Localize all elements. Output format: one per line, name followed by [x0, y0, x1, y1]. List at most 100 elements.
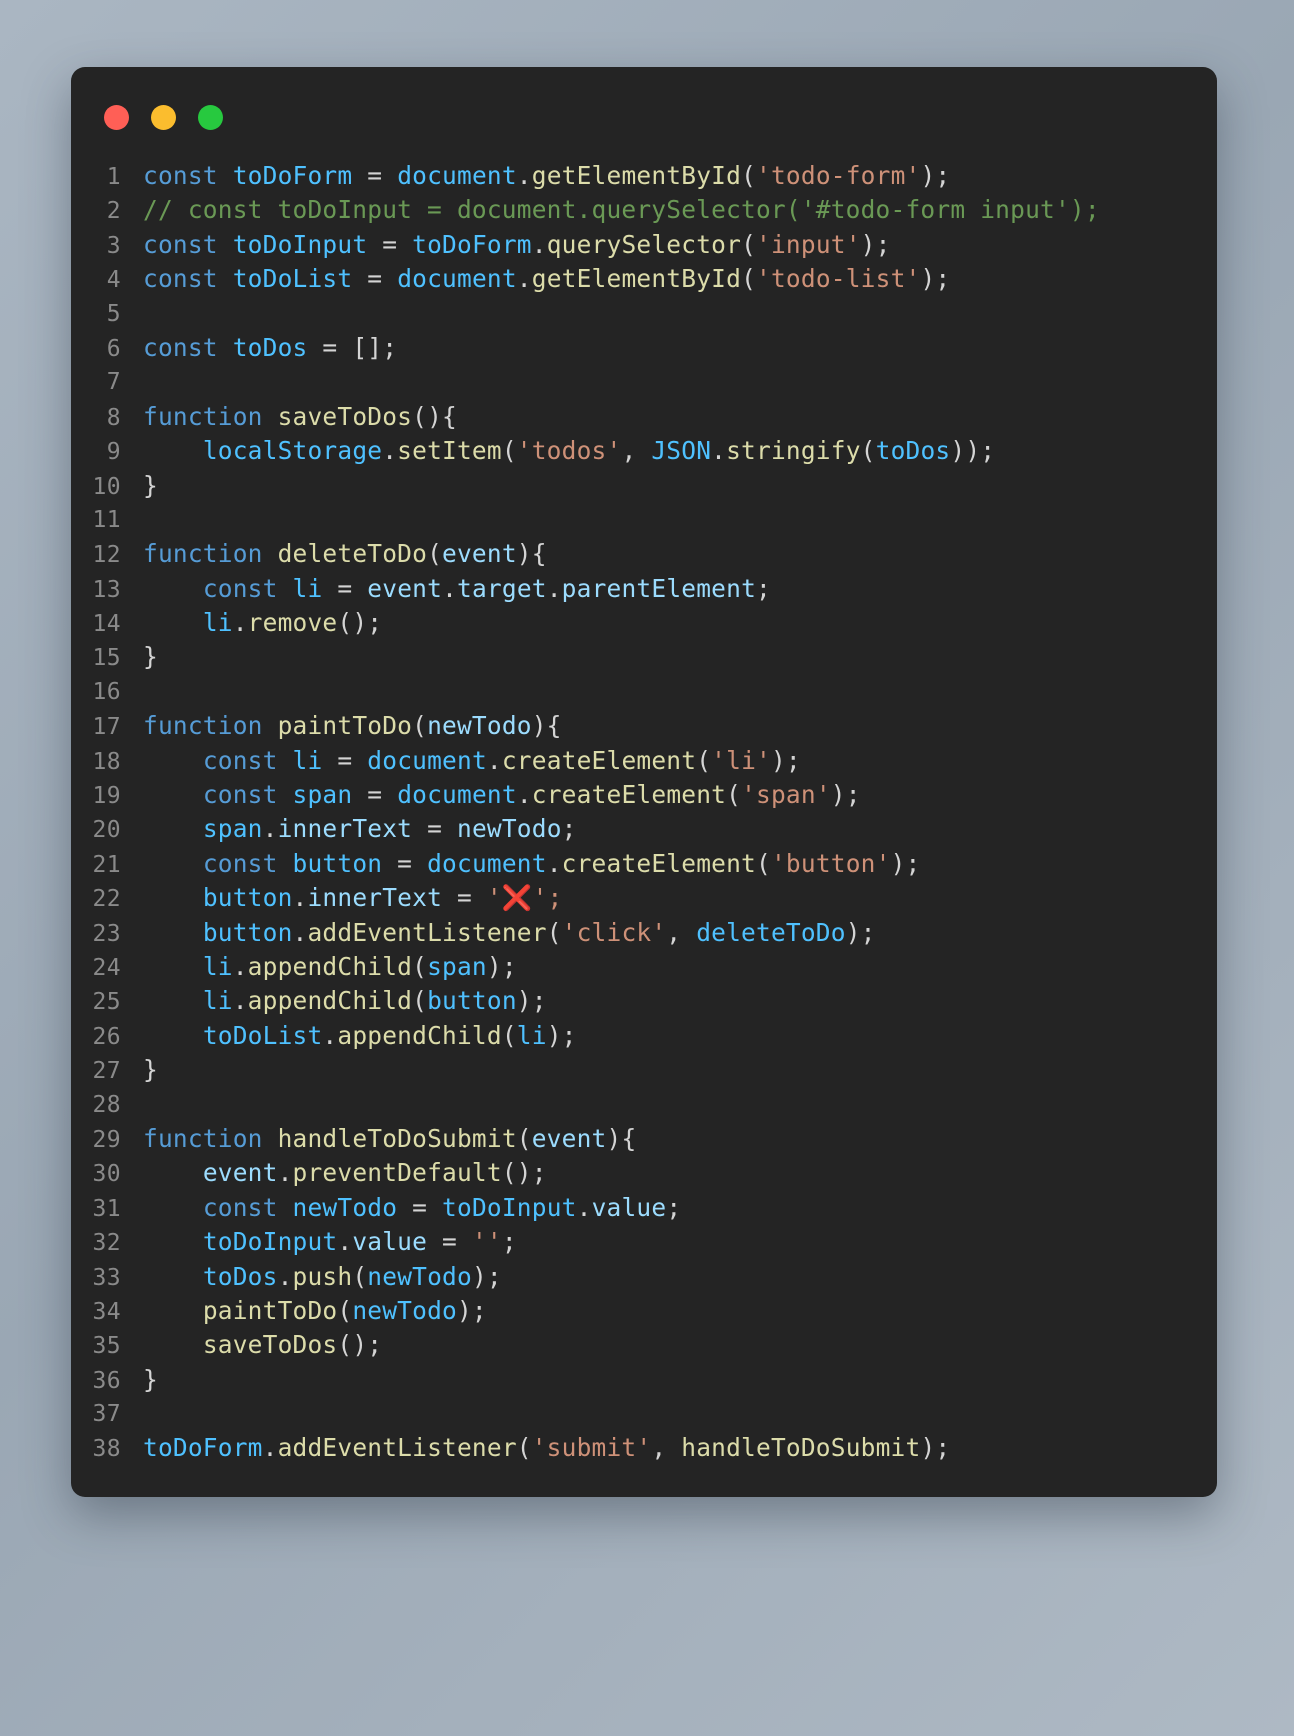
minimize-window-button[interactable]: [151, 105, 176, 130]
code-token-punc: (: [412, 951, 428, 981]
code-token-punc: }: [143, 1055, 158, 1085]
code-line: 19 const span = document.createElement('…: [71, 778, 1217, 812]
code-line: 3 const toDoInput = toDoForm.querySelecto…: [71, 228, 1217, 262]
code-token-fn: remove: [247, 608, 338, 638]
code-line: 18 const li = document.createElement('li…: [71, 744, 1217, 778]
code-token-str: 'click': [561, 917, 667, 947]
code-token-punc: .: [711, 436, 727, 466]
code-token-fn: preventDefault: [292, 1158, 502, 1188]
code-token-punc: );: [830, 780, 861, 810]
code-token-var: toDos: [202, 1261, 278, 1291]
code-token-var: newTodo: [367, 1261, 472, 1291]
line-number: 28: [92, 1091, 121, 1118]
code-token-kw: function: [143, 401, 263, 431]
code-token-punc: ){: [516, 539, 547, 569]
line-content: toDoInput.value = '';: [143, 1225, 1217, 1259]
code-line: 20 span.innerText = newTodo;: [71, 812, 1217, 846]
code-editor-area[interactable]: 1 const toDoForm = document.getElementByI…: [71, 145, 1217, 1466]
code-line: 13 const li = event.target.parentElement…: [71, 572, 1217, 606]
code-token-fn: setItem: [397, 436, 502, 466]
code-token-param: event: [531, 1123, 607, 1153]
line-number: 33: [92, 1264, 121, 1291]
code-line: 29 function handleToDoSubmit(event){: [71, 1122, 1217, 1156]
line-number: 24: [92, 954, 121, 981]
line-content: span.innerText = newTodo;: [143, 812, 1217, 846]
code-token-punc: .: [546, 848, 562, 878]
code-token-str: '': [471, 1227, 502, 1257]
line-number: 27: [92, 1058, 121, 1085]
code-line: 5: [71, 297, 1217, 331]
code-token-fn: getElementById: [531, 161, 742, 190]
code-token-punc: ();: [337, 1330, 383, 1360]
code-token-fn: paintToDo: [202, 1295, 338, 1325]
code-token-str: 'todos': [516, 436, 622, 466]
code-token-var: document: [397, 780, 517, 810]
code-token-kw: const: [202, 848, 278, 878]
code-token-punc: );: [486, 951, 517, 981]
code-token-punc: .: [232, 951, 248, 981]
line-number: 3: [106, 232, 121, 259]
code-token-punc: .: [516, 161, 532, 190]
code-token-punc: (: [516, 1433, 532, 1463]
code-line: 15}: [71, 640, 1217, 674]
code-line: 32 toDoInput.value = '';: [71, 1225, 1217, 1259]
line-content: toDos.push(newTodo);: [143, 1260, 1217, 1294]
code-token-fn: appendChild: [247, 986, 413, 1016]
line-number: 10: [92, 473, 121, 500]
code-token-punc: (: [516, 1123, 532, 1153]
code-token-param: event: [442, 539, 517, 569]
code-token-var: li: [202, 608, 233, 638]
code-token-str: 'button': [770, 848, 891, 878]
code-token-punc: .: [322, 1020, 338, 1050]
code-token-punc: ){: [606, 1123, 637, 1153]
code-token-fn: push: [292, 1261, 353, 1291]
code-token-punc: ;: [501, 1227, 517, 1257]
code-line: 34 paintToDo(newTodo);: [71, 1294, 1217, 1328]
code-token-punc: ;: [666, 1192, 682, 1222]
line-number: 7: [106, 369, 121, 396]
code-token-punc: (: [860, 436, 876, 466]
line-number: 17: [92, 714, 121, 741]
line-content: const li = document.createElement('li');: [143, 744, 1217, 778]
code-token-punc: .: [546, 573, 562, 603]
code-token-punc: (: [546, 917, 562, 947]
code-token-param: event: [202, 1158, 278, 1188]
code-line: 16: [71, 675, 1217, 709]
code-token-punc: (: [412, 711, 428, 741]
line-content: function handleToDoSubmit(event){: [143, 1122, 1217, 1156]
code-token-var: span: [202, 814, 263, 844]
code-token-var: toDoForm: [412, 229, 532, 259]
code-token-punc: (: [337, 1295, 353, 1325]
close-window-button[interactable]: [104, 105, 129, 130]
line-number: 38: [92, 1436, 121, 1463]
line-content: const toDoInput = toDoForm.querySelector…: [143, 228, 1217, 262]
code-token-kw: const: [202, 1192, 278, 1222]
code-token-punc: .: [292, 883, 308, 913]
code-token-punc: .: [292, 917, 308, 947]
code-token-punc: ();: [501, 1158, 547, 1188]
line-content: function paintToDo(newTodo){: [143, 709, 1217, 743]
line-content: }: [143, 1363, 1217, 1397]
code-token-fn: deleteToDo: [277, 539, 428, 569]
code-token-var: toDoInput: [232, 229, 368, 259]
line-content: button.addEventListener('click', deleteT…: [143, 916, 1217, 950]
code-token-var: JSON: [651, 436, 712, 466]
window-titlebar: [71, 67, 1217, 145]
code-token-var: span: [292, 780, 353, 810]
code-token-fn: stringify: [726, 436, 861, 466]
code-line: 24 li.appendChild(span);: [71, 950, 1217, 984]
maximize-window-button[interactable]: [198, 105, 223, 130]
code-token-punc: ();: [337, 608, 383, 638]
code-token-var: button: [202, 883, 293, 913]
code-token-punc: }: [143, 470, 158, 500]
code-token-kw: const: [143, 161, 218, 190]
code-token-plain: =: [382, 848, 428, 878]
code-token-fn: createElement: [561, 848, 757, 878]
code-token-str: 'todo-list': [756, 264, 921, 294]
code-line: 4 const toDoList = document.getElementByI…: [71, 262, 1217, 296]
